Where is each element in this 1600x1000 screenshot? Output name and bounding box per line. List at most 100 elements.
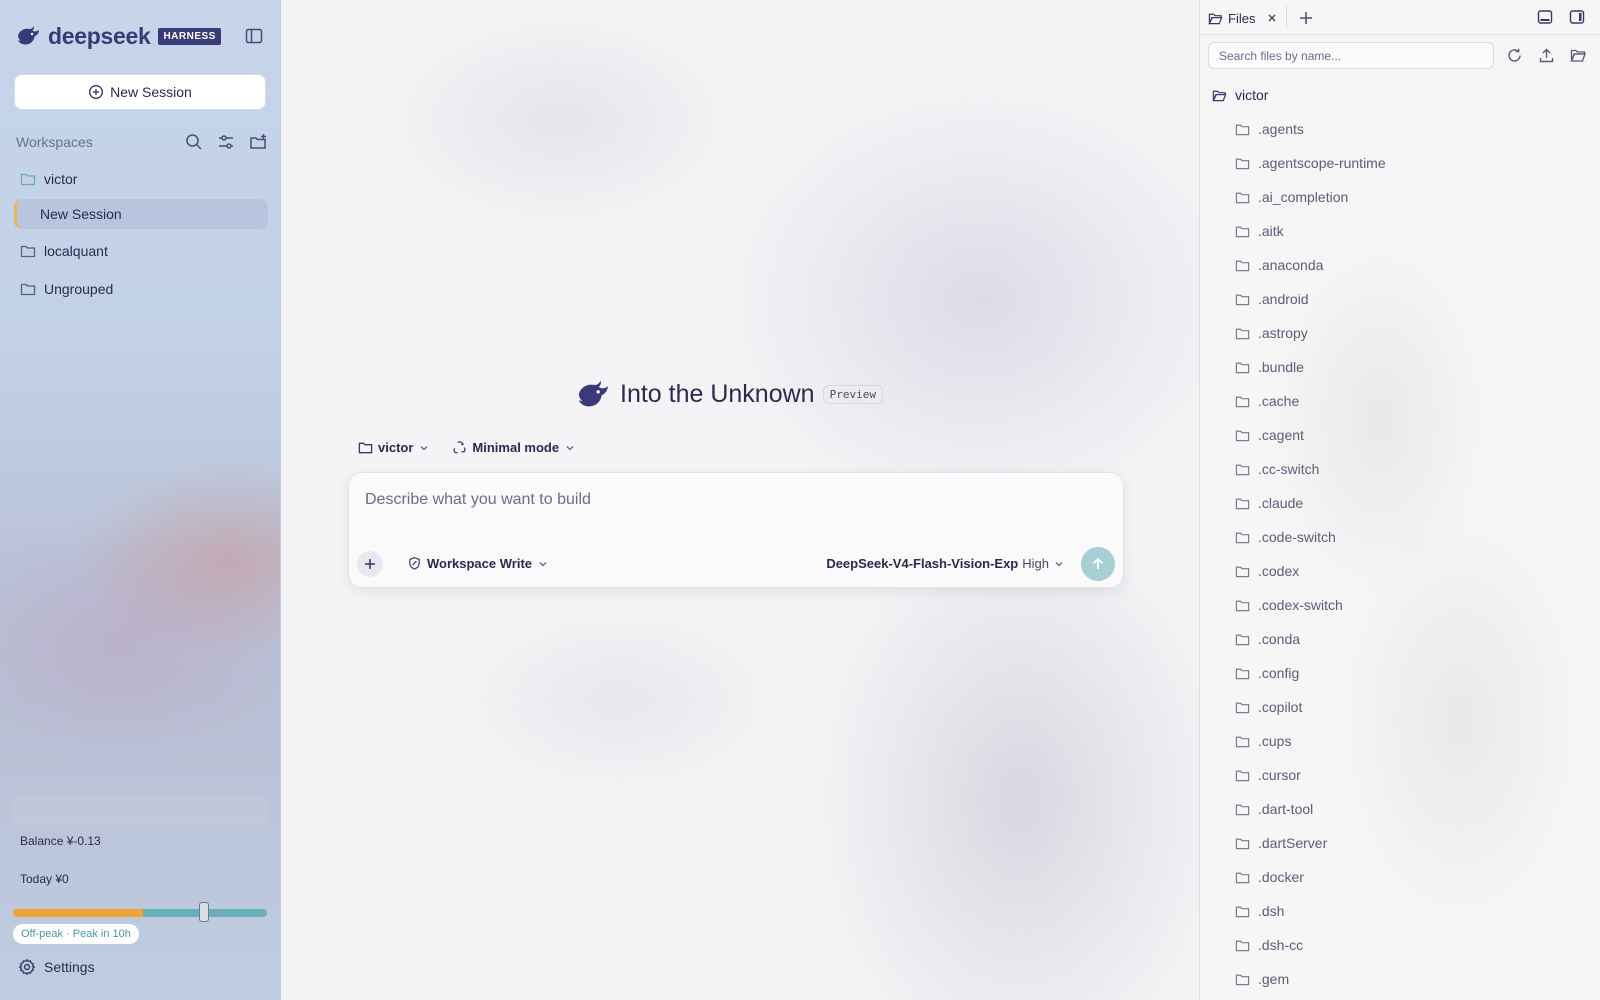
file-tree-item[interactable]: .anaconda bbox=[1235, 254, 1323, 276]
tabs-divider bbox=[1200, 34, 1600, 35]
file-tree-item[interactable]: .dartServer bbox=[1235, 832, 1327, 854]
mode-selector[interactable]: Minimal mode bbox=[452, 440, 576, 455]
file-tree-root[interactable]: victor bbox=[1212, 84, 1268, 106]
panel-bottom-icon[interactable] bbox=[1536, 8, 1554, 26]
file-tree-item[interactable]: .conda bbox=[1235, 628, 1300, 650]
add-tab-icon[interactable] bbox=[1296, 8, 1316, 28]
tab-files[interactable]: Files bbox=[1208, 6, 1278, 30]
file-tree-item[interactable]: .bundle bbox=[1235, 356, 1304, 378]
folder-plus-icon[interactable] bbox=[248, 132, 268, 152]
file-tree-item-label: .codex-switch bbox=[1258, 597, 1343, 613]
file-tree-item[interactable]: .codex bbox=[1235, 560, 1299, 582]
file-tree-item[interactable]: .docker bbox=[1235, 866, 1304, 888]
file-tree-item-label: .claude bbox=[1258, 495, 1304, 511]
folder-icon bbox=[1235, 530, 1250, 545]
file-tree-item[interactable]: .code-switch bbox=[1235, 526, 1336, 548]
close-icon[interactable] bbox=[1266, 12, 1278, 24]
sliders-icon[interactable] bbox=[216, 132, 236, 152]
file-tree-item-label: .cagent bbox=[1258, 427, 1304, 443]
file-tree-item[interactable]: .cups bbox=[1235, 730, 1291, 752]
folder-icon bbox=[1235, 326, 1250, 341]
file-tree-item-label: .agents bbox=[1258, 121, 1304, 137]
file-tree-item[interactable]: .agentscope-runtime bbox=[1235, 152, 1386, 174]
balance-text: Balance ¥-0.13 bbox=[20, 834, 101, 848]
file-tree-item-label: .cursor bbox=[1258, 767, 1301, 783]
file-tree-item[interactable]: .android bbox=[1235, 288, 1309, 310]
search-icon[interactable] bbox=[184, 132, 204, 152]
folder-icon bbox=[1235, 938, 1250, 953]
plus-circle-icon bbox=[88, 84, 104, 100]
file-tree-item[interactable]: .codex-switch bbox=[1235, 594, 1343, 616]
permission-selector[interactable]: Workspace Write bbox=[407, 556, 549, 571]
send-button[interactable] bbox=[1081, 547, 1115, 581]
folder-icon bbox=[1235, 428, 1250, 443]
file-tree-item-label: .code-switch bbox=[1258, 529, 1336, 545]
folder-open-icon[interactable] bbox=[1570, 47, 1587, 64]
sidebar-item-new-session[interactable]: New Session bbox=[14, 199, 268, 229]
settings-label: Settings bbox=[44, 959, 95, 975]
sidebar-item-ungrouped[interactable]: Ungrouped bbox=[14, 274, 268, 304]
folder-icon bbox=[1235, 870, 1250, 885]
recycle-icon bbox=[452, 440, 467, 455]
file-tree-item[interactable]: .aitk bbox=[1235, 220, 1284, 242]
sidebar-item-label: New Session bbox=[40, 206, 122, 222]
file-tree-item[interactable]: .claude bbox=[1235, 492, 1303, 514]
model-selector[interactable]: DeepSeek-V4-Flash-Vision-Exp High bbox=[826, 556, 1065, 571]
permission-label: Workspace Write bbox=[427, 556, 533, 571]
workspace-selector[interactable]: victor bbox=[358, 440, 430, 455]
file-search-input[interactable] bbox=[1208, 42, 1494, 69]
workspace-selector-label: victor bbox=[378, 440, 414, 455]
file-tree-item-label: .docker bbox=[1258, 869, 1304, 885]
file-tree-item-label: .android bbox=[1258, 291, 1309, 307]
gear-icon bbox=[18, 958, 36, 976]
file-tree-item[interactable]: .gem bbox=[1235, 968, 1289, 990]
folder-icon bbox=[1235, 496, 1250, 511]
peak-progress-bar bbox=[13, 909, 267, 917]
folder-icon bbox=[1235, 462, 1250, 477]
file-tree-item[interactable]: .config bbox=[1235, 662, 1299, 684]
folder-icon bbox=[20, 243, 36, 259]
folder-open-icon bbox=[1212, 88, 1227, 103]
chevron-down-icon bbox=[564, 442, 576, 454]
folder-icon bbox=[20, 171, 36, 187]
composer-chips: victor Minimal mode bbox=[358, 440, 598, 455]
new-session-button[interactable]: New Session bbox=[14, 74, 266, 110]
panel-right-icon[interactable] bbox=[1568, 8, 1586, 26]
file-tree-item[interactable]: .cache bbox=[1235, 390, 1299, 412]
folder-icon bbox=[1235, 360, 1250, 375]
prompt-input[interactable] bbox=[363, 487, 1107, 513]
file-tree-item[interactable]: .cagent bbox=[1235, 424, 1304, 446]
file-tree-root-label: victor bbox=[1235, 87, 1269, 103]
mode-selector-label: Minimal mode bbox=[472, 440, 560, 455]
composer: Workspace Write DeepSeek-V4-Flash-Vision… bbox=[348, 472, 1124, 588]
sidebar-toggle-icon[interactable] bbox=[244, 26, 264, 46]
page-title: Into the Unknown bbox=[620, 379, 815, 408]
peak-slider-handle[interactable] bbox=[199, 902, 209, 922]
file-tree-item[interactable]: .dart-tool bbox=[1235, 798, 1313, 820]
sidebar-item-localquant[interactable]: localquant bbox=[14, 236, 268, 266]
folder-icon bbox=[1235, 802, 1250, 817]
file-tree-item-label: .astropy bbox=[1258, 325, 1308, 341]
file-tree-item-label: .dsh bbox=[1258, 903, 1285, 919]
settings-button[interactable]: Settings bbox=[18, 958, 95, 976]
file-tree-item-label: .codex bbox=[1258, 563, 1300, 579]
file-tree-item[interactable]: .cursor bbox=[1235, 764, 1301, 786]
upload-icon[interactable] bbox=[1538, 47, 1555, 64]
folder-icon bbox=[1235, 734, 1250, 749]
file-tree-item[interactable]: .cc-switch bbox=[1235, 458, 1319, 480]
refresh-icon[interactable] bbox=[1506, 47, 1523, 64]
file-tree-item[interactable]: .ai_completion bbox=[1235, 186, 1348, 208]
file-tree-item[interactable]: .agents bbox=[1235, 118, 1304, 140]
file-tree-item[interactable]: .dsh-cc bbox=[1235, 934, 1303, 956]
folder-icon bbox=[1235, 258, 1250, 273]
file-tree-item[interactable]: .astropy bbox=[1235, 322, 1308, 344]
folder-icon bbox=[1235, 768, 1250, 783]
folder-open-icon bbox=[1208, 11, 1223, 26]
file-tree-item-label: .aitk bbox=[1258, 223, 1284, 239]
file-tree-item[interactable]: .dsh bbox=[1235, 900, 1284, 922]
file-tree-item-label: .copilot bbox=[1258, 699, 1303, 715]
file-tree-item[interactable]: .copilot bbox=[1235, 696, 1302, 718]
sidebar-item-victor[interactable]: victor bbox=[14, 164, 268, 194]
brand: deepseek HARNESS bbox=[16, 22, 221, 50]
attach-button[interactable] bbox=[357, 551, 383, 577]
